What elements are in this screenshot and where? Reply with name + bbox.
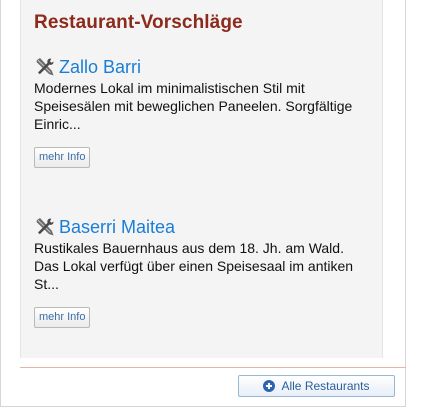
plus-circle-icon [263, 380, 276, 392]
restaurant-name-link[interactable]: Zallo Barri [59, 57, 141, 78]
restaurant-entry: Zallo Barri Modernes Lokal im minimalist… [34, 55, 364, 168]
footer-divider [20, 367, 406, 368]
restaurant-entry: Baserri Maitea Rustikales Bauernhaus aus… [34, 215, 364, 328]
tools-icon [34, 216, 56, 238]
restaurant-description: Modernes Lokal im minimalistischen Stil … [34, 80, 353, 132]
more-info-button[interactable]: mehr Info [34, 307, 91, 328]
widget-title: Restaurant-Vorschläge [34, 12, 243, 33]
restaurant-name-row: Zallo Barri [34, 55, 364, 79]
restaurant-name-row: Baserri Maitea [34, 215, 364, 239]
restaurant-description: Rustikales Bauernhaus aus dem 18. Jh. am… [34, 240, 354, 292]
all-restaurants-button[interactable]: Alle Restaurants [238, 375, 395, 397]
more-info-button[interactable]: mehr Info [34, 147, 91, 168]
restaurant-name-link[interactable]: Baserri Maitea [59, 217, 175, 238]
tools-icon [34, 56, 56, 78]
all-restaurants-label: Alle Restaurants [281, 379, 370, 393]
